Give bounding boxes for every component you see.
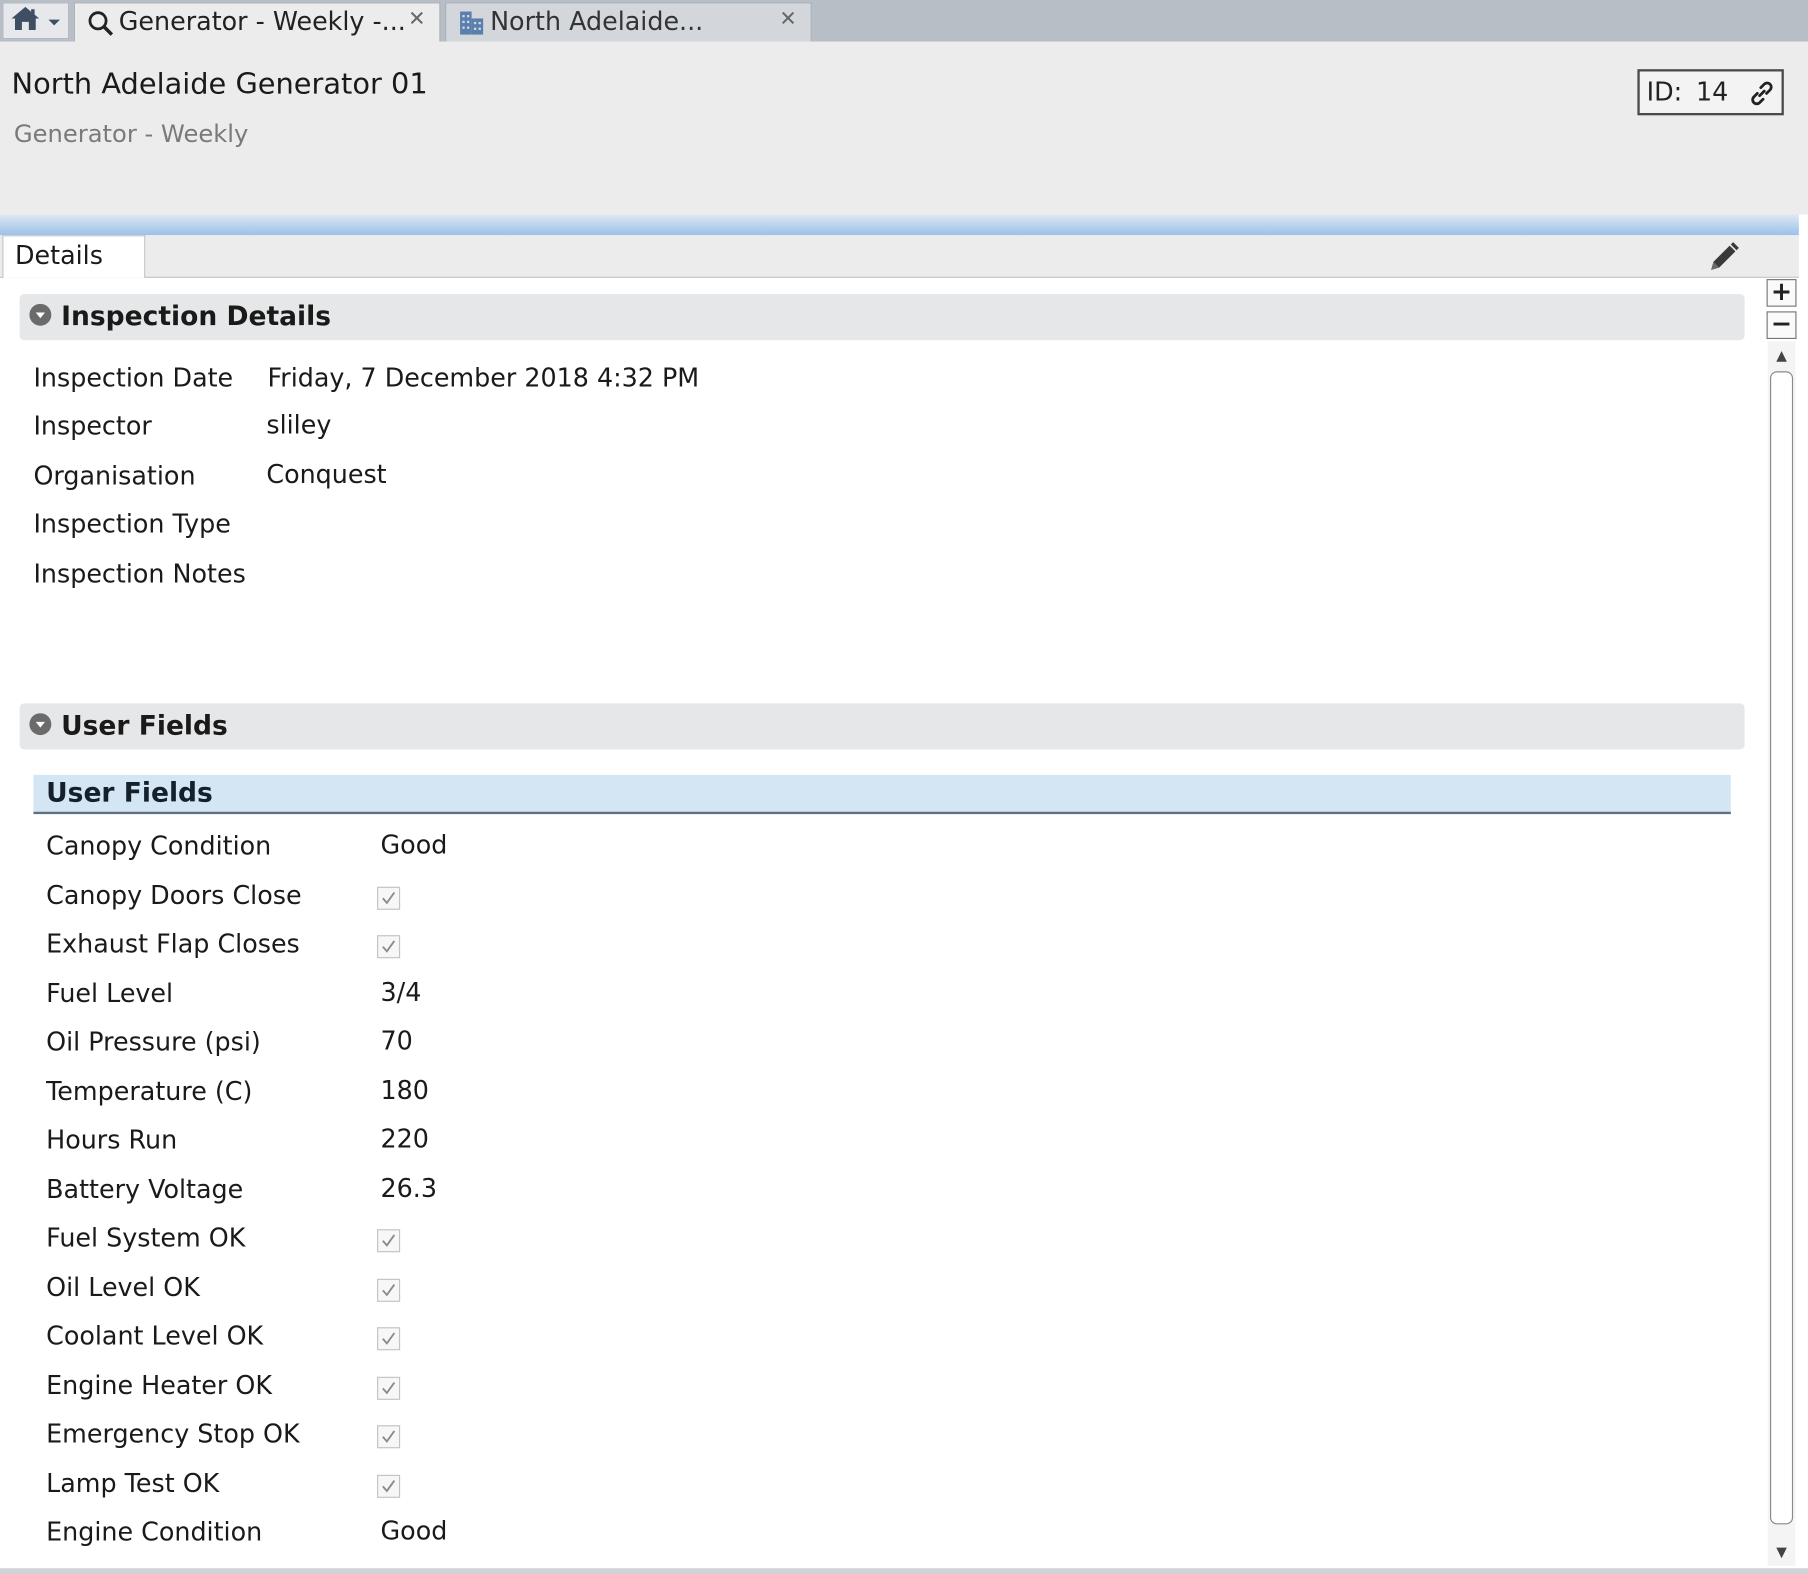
window-bottom-edge xyxy=(0,1568,1808,1574)
field-value-temperature-c: 180 xyxy=(380,1076,429,1106)
building-icon xyxy=(458,9,486,37)
tab-label: Generator - Weekly -... xyxy=(118,8,406,37)
field-value-oil-pressure-psi: 70 xyxy=(380,1027,413,1057)
expand-all-button[interactable]: + xyxy=(1766,279,1797,307)
checkmark-icon xyxy=(382,1382,396,1395)
field-label-hours-run: Hours Run xyxy=(46,1126,178,1156)
field-label-coolant-level-ok: Coolant Level OK xyxy=(46,1322,264,1352)
tab-generator-weekly[interactable]: Generator - Weekly -... ✕ xyxy=(73,2,441,42)
collapse-icon[interactable] xyxy=(29,713,52,741)
field-label-fuel-system-ok: Fuel System OK xyxy=(46,1224,246,1254)
user-fields-group-header: User Fields xyxy=(33,774,1731,815)
field-label-canopy-doors-close: Canopy Doors Close xyxy=(46,882,302,911)
field-value-organisation: Conquest xyxy=(266,461,387,491)
field-label-canopy-condition: Canopy Condition xyxy=(46,832,272,862)
field-label-engine-condition: Engine Condition xyxy=(46,1518,263,1548)
field-value-inspection-date: Friday, 7 December 2018 4:32 PM xyxy=(267,364,700,394)
checkbox-canopy-doors-close[interactable] xyxy=(377,886,401,910)
scroll-up-icon[interactable]: ▲ xyxy=(1768,341,1796,369)
link-icon[interactable] xyxy=(1747,78,1777,115)
tab-north-adelaide[interactable]: North Adelaide... ✕ xyxy=(445,2,812,42)
scrollbar-thumb[interactable] xyxy=(1770,371,1794,1525)
record-header: North Adelaide Generator 01 Generator - … xyxy=(0,41,1808,215)
tab-details[interactable]: Details xyxy=(2,235,146,278)
checkbox-coolant-level-ok[interactable] xyxy=(377,1327,401,1351)
vertical-scrollbar[interactable]: ▲ ▼ xyxy=(1767,341,1796,1566)
field-label-temperature-c: Temperature (C) xyxy=(46,1078,253,1107)
home-icon xyxy=(10,6,40,36)
field-label-oil-pressure-psi: Oil Pressure (psi) xyxy=(46,1028,261,1058)
checkmark-icon xyxy=(382,1234,396,1247)
page-title: North Adelaide Generator 01 xyxy=(11,66,428,101)
collapse-all-button[interactable]: − xyxy=(1766,311,1797,340)
id-value: 14 xyxy=(1696,77,1729,107)
detail-tabs: Details xyxy=(0,235,1799,278)
close-icon[interactable]: ✕ xyxy=(779,7,796,31)
tab-label: North Adelaide... xyxy=(490,8,704,37)
page-subtitle: Generator - Weekly xyxy=(13,119,249,148)
field-value-canopy-condition: Good xyxy=(380,831,448,861)
field-label-organisation: Organisation xyxy=(33,462,196,492)
field-label-lamp-test-ok: Lamp Test OK xyxy=(46,1470,220,1500)
section-title: Inspection Details xyxy=(61,302,331,333)
field-value-hours-run: 220 xyxy=(380,1125,429,1155)
checkmark-icon xyxy=(382,1480,396,1493)
checkbox-lamp-test-ok[interactable] xyxy=(377,1474,401,1498)
field-label-inspection-notes: Inspection Notes xyxy=(33,560,246,590)
checkmark-icon xyxy=(382,1284,396,1297)
section-title: User Fields xyxy=(61,711,228,742)
field-label-fuel-level: Fuel Level xyxy=(46,980,174,1009)
section-inspection-details[interactable]: Inspection Details xyxy=(19,294,1745,341)
search-icon xyxy=(86,9,114,37)
section-user-fields[interactable]: User Fields xyxy=(19,703,1745,750)
home-menu-button[interactable] xyxy=(2,2,70,40)
checkmark-icon xyxy=(382,940,396,953)
field-value-battery-voltage: 26.3 xyxy=(380,1175,438,1204)
checkmark-icon xyxy=(382,1430,396,1443)
header-accent-bar xyxy=(0,214,1799,236)
inspection-window: Generator - Weekly -... ✕ North Adelaide… xyxy=(0,0,1808,1574)
field-label-emergency-stop-ok: Emergency Stop OK xyxy=(46,1420,300,1450)
field-value-inspector: sliley xyxy=(266,411,332,441)
checkbox-emergency-stop-ok[interactable] xyxy=(377,1425,401,1449)
edit-pencil-icon[interactable] xyxy=(1707,240,1742,279)
checkbox-exhaust-flap-closes[interactable] xyxy=(377,935,401,959)
field-label-inspector: Inspector xyxy=(33,412,152,442)
field-label-inspection-date: Inspection Date xyxy=(33,364,234,394)
checkmark-icon xyxy=(382,1332,396,1345)
field-label-exhaust-flap-closes: Exhaust Flap Closes xyxy=(46,930,300,960)
close-icon[interactable]: ✕ xyxy=(408,7,425,31)
chevron-down-icon xyxy=(47,10,61,32)
tab-strip: Generator - Weekly -... ✕ North Adelaide… xyxy=(0,0,1808,43)
checkbox-oil-level-ok[interactable] xyxy=(377,1278,401,1302)
checkmark-icon xyxy=(382,891,396,905)
field-value-fuel-level: 3/4 xyxy=(380,978,422,1008)
field-value-engine-condition: Good xyxy=(380,1517,448,1547)
field-label-oil-level-ok: Oil Level OK xyxy=(46,1274,200,1304)
scroll-down-icon[interactable]: ▼ xyxy=(1768,1538,1796,1566)
checkbox-fuel-system-ok[interactable] xyxy=(377,1229,401,1253)
field-label-engine-heater-ok: Engine Heater OK xyxy=(46,1372,273,1402)
id-label: ID: xyxy=(1646,77,1683,107)
checkbox-engine-heater-ok[interactable] xyxy=(377,1376,401,1400)
field-label-inspection-type: Inspection Type xyxy=(33,510,231,540)
collapse-icon[interactable] xyxy=(29,303,52,331)
field-label-battery-voltage: Battery Voltage xyxy=(46,1176,244,1205)
record-id-box: ID: 14 xyxy=(1637,69,1784,116)
